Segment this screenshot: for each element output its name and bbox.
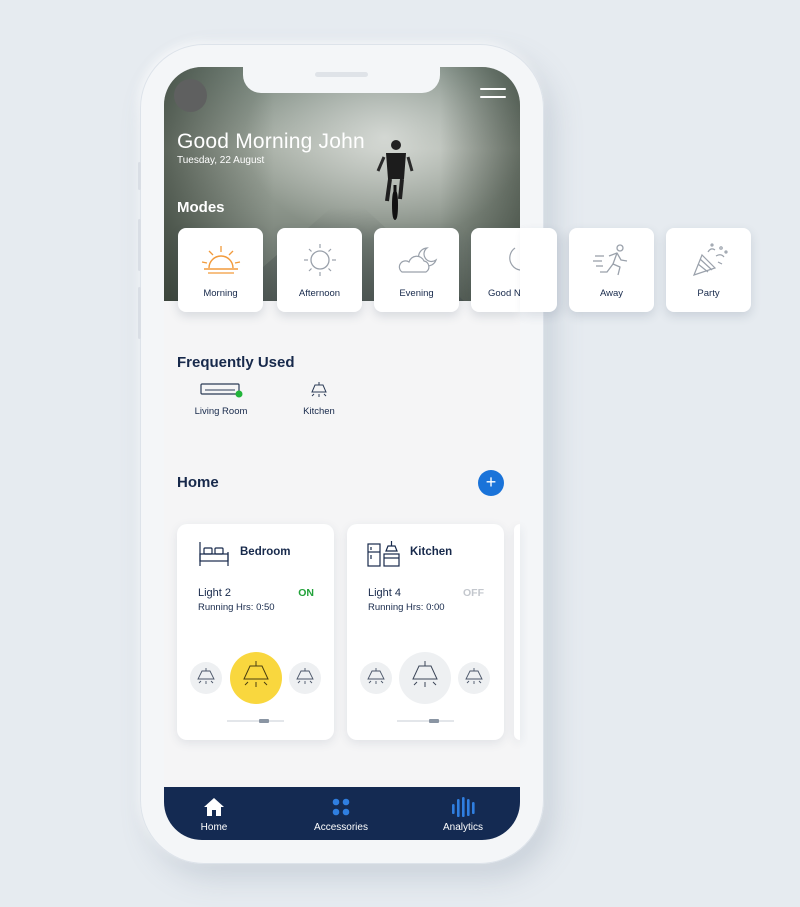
mode-label: Morning <box>203 288 238 299</box>
room-name: Kitchen <box>410 546 453 558</box>
date-text: Tuesday, 22 August <box>177 155 265 166</box>
bottom-tab-bar: Home Accessories Analytics <box>164 787 520 840</box>
mode-card-afternoon[interactable]: Afternoon <box>277 228 362 312</box>
kitchen-icon <box>367 541 400 567</box>
mode-label: Afternoon <box>298 288 341 299</box>
mode-card-morning[interactable]: Morning <box>178 228 263 312</box>
lamp-icon[interactable] <box>190 662 222 694</box>
home-icon <box>204 798 224 816</box>
greeting-text: Good Morning John <box>177 130 365 153</box>
avatar[interactable] <box>174 79 207 112</box>
frequent-item-living-room[interactable]: Living Room <box>186 382 256 417</box>
tab-label: Analytics <box>442 822 483 833</box>
sunrise-icon <box>201 246 241 274</box>
home-title: Home <box>177 474 219 491</box>
lamp-icon[interactable] <box>289 662 321 694</box>
tab-accessories[interactable]: Accessories <box>291 787 391 840</box>
tab-home[interactable]: Home <box>164 787 264 840</box>
bed-icon <box>199 542 229 566</box>
running-hours: Running Hrs: 0:00 <box>368 602 445 613</box>
lamp-icon-active[interactable] <box>230 652 282 704</box>
air-conditioner-icon <box>200 383 243 398</box>
frequent-item-kitchen[interactable]: Kitchen <box>284 382 354 417</box>
sun-icon <box>304 244 336 276</box>
phone-notch <box>243 67 440 93</box>
light-name: Light 4 <box>368 587 402 599</box>
running-person-icon <box>593 244 628 276</box>
mode-label: Party <box>697 288 720 299</box>
mode-label: Evening <box>399 288 434 299</box>
lamp-icon[interactable] <box>458 662 490 694</box>
running-hours: Running Hrs: 0:50 <box>198 602 275 613</box>
mode-card-party[interactable]: Party <box>666 228 751 312</box>
lamp-icon[interactable] <box>399 652 451 704</box>
mode-label: Away <box>599 288 624 299</box>
room-card-bedroom[interactable]: Bedroom Light 2 ON Running Hrs: 0:50 <box>177 524 334 740</box>
tab-label: Home <box>200 822 228 833</box>
room-card-next-partial[interactable] <box>514 524 520 740</box>
mode-card-good-night-overflow <box>520 228 557 312</box>
moon-icon <box>509 247 520 271</box>
room-card-kitchen[interactable]: Kitchen Light 4 OFF Running Hrs: 0:00 <box>347 524 504 740</box>
mode-label: Good N <box>488 288 520 299</box>
light-status-off[interactable]: OFF <box>463 587 484 599</box>
party-popper-icon <box>692 243 728 276</box>
mode-card-good-night[interactable]: Good N <box>471 228 520 312</box>
tab-analytics[interactable]: Analytics <box>413 787 513 840</box>
mode-card-away[interactable]: Away <box>569 228 654 312</box>
mode-card-evening[interactable]: Evening <box>374 228 459 312</box>
frequent-item-label: Kitchen <box>303 406 335 417</box>
add-room-button[interactable]: + <box>478 470 504 496</box>
lamp-pager <box>397 719 454 723</box>
frequently-used-title: Frequently Used <box>177 354 295 371</box>
modes-title: Modes <box>177 199 225 216</box>
speaker-grille <box>315 72 368 77</box>
lamp-icon[interactable] <box>360 662 392 694</box>
ceiling-lamp-icon <box>311 382 327 397</box>
light-name: Light 2 <box>198 587 232 599</box>
bar-chart-icon <box>452 797 475 817</box>
frequent-item-label: Living Room <box>194 406 248 417</box>
light-status-on[interactable]: ON <box>298 587 314 599</box>
hamburger-menu-icon[interactable] <box>480 88 506 102</box>
tab-label: Accessories <box>314 822 368 833</box>
room-name: Bedroom <box>240 546 291 558</box>
lamp-pager <box>227 719 284 723</box>
grid-dots-icon <box>332 798 350 816</box>
cloud-moon-icon <box>398 247 438 273</box>
